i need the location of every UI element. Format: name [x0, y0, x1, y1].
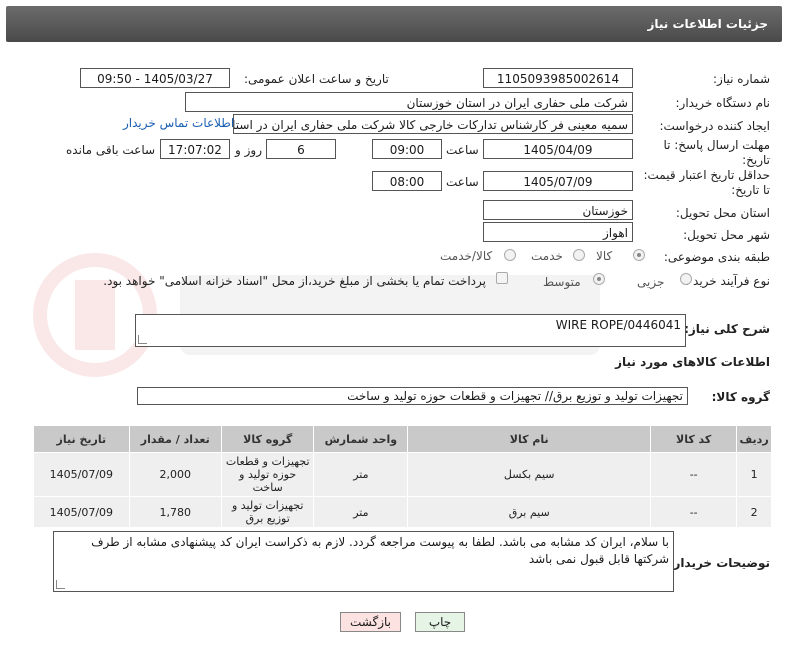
- table-row: 1 -- سیم بکسل متر تجهیزات و قطعات حوزه ت…: [33, 452, 772, 497]
- col-unit: واحد شمارش: [313, 425, 409, 453]
- need-number-field: 1105093985002614: [483, 68, 633, 88]
- remaining-time-label: ساعت باقی مانده: [66, 143, 156, 157]
- buyer-notes-textarea[interactable]: با سلام، ایران کد مشابه می باشد. لطفا به…: [53, 531, 674, 592]
- treasury-payment-note: پرداخت تمام یا بخشی از مبلغ خرید،از محل …: [103, 274, 486, 288]
- deadline-time-field: 09:00: [372, 139, 442, 159]
- cell-unit: متر: [313, 496, 409, 528]
- cell-quantity: 1,780: [128, 496, 222, 528]
- col-quantity: تعداد / مقدار: [128, 425, 222, 453]
- city-label: شهر محل تحویل:: [683, 228, 770, 242]
- print-button[interactable]: چاپ: [415, 612, 465, 632]
- buyer-org-label: نام دستگاه خریدار:: [675, 96, 771, 110]
- announce-label: تاریخ و ساعت اعلان عمومی:: [244, 72, 389, 86]
- process-option-minor: جزیی: [637, 275, 665, 289]
- buyer-contact-link[interactable]: اطلاعات تماس خریدار: [123, 116, 234, 130]
- page-title: جزئیات اطلاعات نیاز: [647, 17, 768, 31]
- col-need-date: تاریخ نیاز: [33, 425, 130, 453]
- col-row-number: ردیف: [736, 425, 772, 453]
- cell-goods-name: سیم بکسل: [407, 452, 652, 497]
- remaining-time-field: 17:07:02: [160, 139, 230, 159]
- category-option-goods-service: کالا/خدمت: [440, 249, 493, 263]
- cell-goods-group: تجهیزات و قطعات حوزه تولید و ساخت: [220, 452, 315, 497]
- cell-need-date: 1405/07/09: [33, 452, 130, 497]
- buyer-notes-label: توضیحات خریدار:: [668, 556, 770, 570]
- validity-label: حداقل تاریخ اعتبار قیمت: تا تاریخ:: [643, 168, 770, 197]
- announce-datetime-field: 1405/03/27 - 09:50: [80, 68, 230, 88]
- cell-need-date: 1405/07/09: [33, 496, 130, 528]
- process-radio-minor[interactable]: [680, 273, 692, 285]
- days-label: روز و: [235, 143, 262, 157]
- description-text: WIRE ROPE/0446041: [555, 318, 681, 332]
- cell-goods-code: --: [650, 496, 738, 528]
- province-field: خوزستان: [483, 200, 633, 220]
- goods-section-title: اطلاعات کالاهای مورد نیاز: [615, 355, 770, 369]
- col-goods-name: نام کالا: [407, 425, 652, 453]
- deadline-time-label: ساعت: [446, 143, 479, 157]
- description-textarea[interactable]: WIRE ROPE/0446041: [135, 314, 686, 347]
- table-header-row: ردیف کد کالا نام کالا واحد شمارش گروه کا…: [33, 425, 772, 453]
- validity-time-field: 08:00: [372, 171, 442, 191]
- cell-unit: متر: [313, 452, 409, 497]
- category-option-service: خدمت: [531, 249, 563, 263]
- cell-quantity: 2,000: [128, 452, 222, 497]
- buyer-org-field: شرکت ملی حفاری ایران در استان خوزستان: [185, 92, 633, 112]
- creator-label: ایجاد کننده درخواست:: [659, 119, 770, 133]
- validity-time-label: ساعت: [446, 175, 479, 189]
- process-label: نوع فرآیند خرید :: [685, 274, 770, 288]
- category-radio-goods[interactable]: [633, 249, 645, 261]
- goods-group-label: گروه کالا:: [711, 390, 770, 404]
- process-option-medium: متوسط: [543, 275, 581, 289]
- page-header: جزئیات اطلاعات نیاز: [6, 6, 782, 42]
- col-goods-code: کد کالا: [650, 425, 738, 453]
- category-option-goods: کالا: [596, 249, 613, 263]
- description-label: شرح کلی نیاز:: [684, 322, 770, 336]
- goods-group-field: تجهیزات تولید و توزیع برق// تجهیزات و قط…: [137, 387, 688, 405]
- validity-date-field: 1405/07/09: [483, 171, 633, 191]
- resize-grip-icon[interactable]: [56, 580, 65, 589]
- col-goods-group: گروه کالا: [220, 425, 315, 453]
- remaining-days-field: 6: [266, 139, 336, 159]
- treasury-payment-checkbox[interactable]: [496, 272, 508, 284]
- goods-table: ردیف کد کالا نام کالا واحد شمارش گروه کا…: [33, 425, 772, 528]
- category-label: طبقه بندی موضوعی:: [663, 250, 770, 264]
- need-number-label: شماره نیاز:: [713, 72, 770, 86]
- need-details-page: جزئیات اطلاعات نیاز شماره نیاز: 11050939…: [0, 0, 788, 649]
- cell-row-number: 2: [736, 496, 772, 528]
- creator-field: سمیه معینی فر کارشناس تدارکات خارجی کالا…: [233, 114, 633, 134]
- back-button[interactable]: بازگشت: [340, 612, 401, 632]
- cell-goods-code: --: [650, 452, 738, 497]
- resize-grip-icon[interactable]: [138, 335, 147, 344]
- province-label: استان محل تحویل:: [675, 206, 770, 220]
- process-radio-medium[interactable]: [593, 273, 605, 285]
- deadline-date-field: 1405/04/09: [483, 139, 633, 159]
- category-radio-goods-service[interactable]: [504, 249, 516, 261]
- cell-goods-group: تجهیزات تولید و توزیع برق: [220, 496, 315, 528]
- city-field: اهواز: [483, 222, 633, 242]
- cell-row-number: 1: [736, 452, 772, 497]
- table-row: 2 -- سیم برق متر تجهیزات تولید و توزیع ب…: [33, 496, 772, 528]
- deadline-label: مهلت ارسال پاسخ: تا تاریخ:: [663, 138, 770, 167]
- buyer-notes-text: با سلام، ایران کد مشابه می باشد. لطفا به…: [91, 535, 669, 566]
- category-radio-service[interactable]: [573, 249, 585, 261]
- cell-goods-name: سیم برق: [407, 496, 652, 528]
